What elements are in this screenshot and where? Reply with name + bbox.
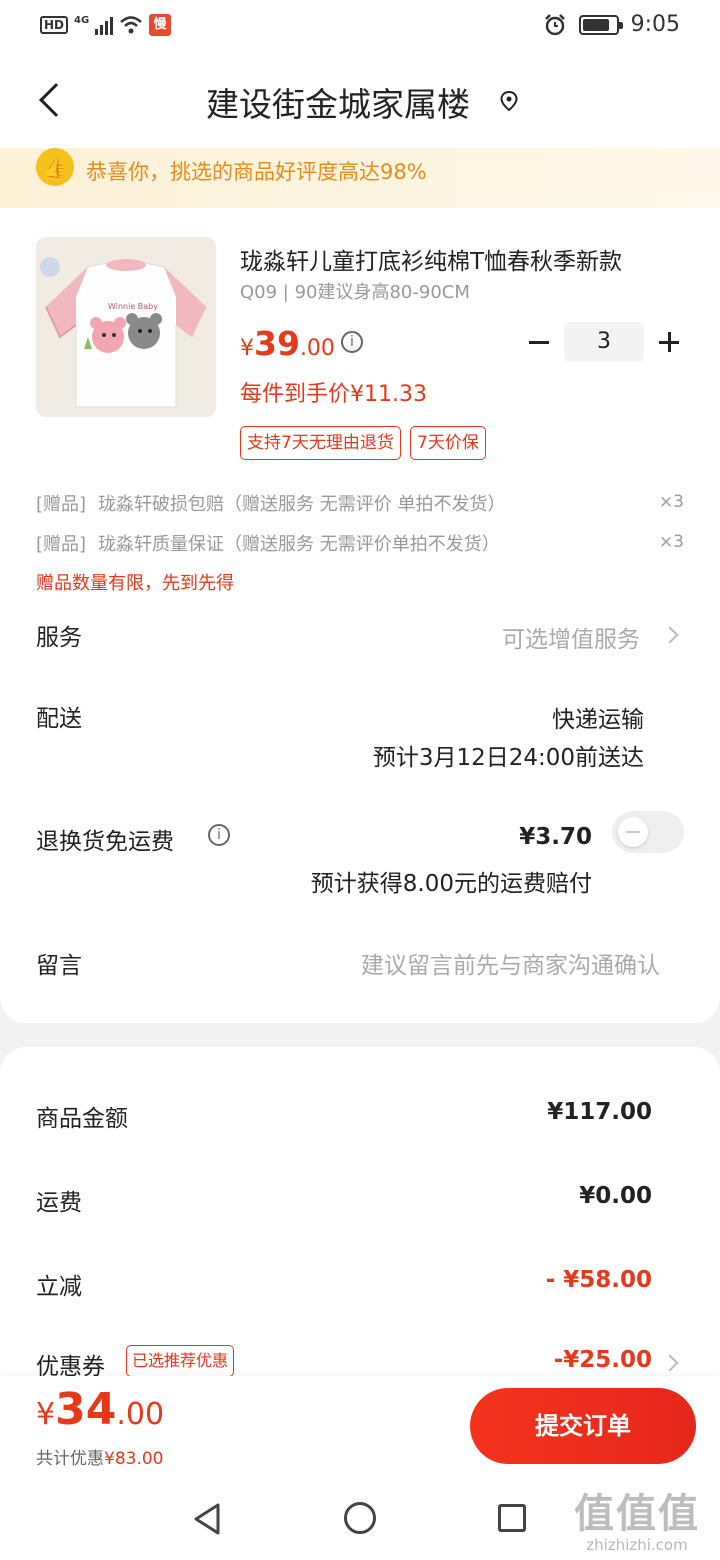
goods-amount-value: ¥117.00 (547, 1099, 652, 1125)
shirt-illustration: Winnie Baby (36, 237, 216, 417)
status-bar: HD 4G 慢 9:05 (0, 0, 720, 52)
checkout-bar: ¥ 34 .00 共计优惠¥83.00 提交订单 (0, 1376, 720, 1478)
gift-quantity: ×3 (658, 532, 684, 552)
price-protect-tag: 7天价保 (410, 426, 486, 460)
quantity-decrease-button[interactable] (524, 322, 554, 362)
nav-home-icon[interactable] (344, 1502, 376, 1534)
quantity-input[interactable]: 3 (564, 322, 644, 362)
discount-value: - ¥58.00 (545, 1267, 652, 1293)
delivery-eta: 预计3月12日24:00前送达 (372, 745, 644, 771)
signal-icon (95, 15, 114, 35)
battery-icon (578, 14, 623, 35)
location-pin-icon[interactable] (498, 90, 520, 112)
shipping-fee-label: 运费 (36, 1190, 82, 1216)
saved-value: ¥83.00 (104, 1449, 164, 1469)
total-currency: ¥ (36, 1397, 56, 1432)
message-label: 留言 (36, 953, 82, 979)
gift-text: 珑淼轩质量保证（赠送服务 无需评价单拍不发货） (98, 534, 500, 555)
watermark: 值值值 zhizhizhi.com (562, 1492, 712, 1554)
status-time: 9:05 (630, 12, 680, 37)
chevron-right-icon[interactable] (661, 626, 679, 644)
return-shipping-label: 退换货免运费 (36, 829, 174, 855)
return-shipping-toggle[interactable] (612, 811, 684, 853)
product-spec[interactable]: Q09 | 90建议身高80-90CM (240, 278, 470, 304)
gift-warning: 赠品数量有限，先到先得 (36, 573, 234, 594)
system-nav-bar: 值值值 zhizhizhi.com (0, 1478, 720, 1560)
praise-banner: 👍 恭喜你，挑选的商品好评度高达98% (0, 148, 720, 208)
gift-item: [赠品] 珑淼轩破损包赔（赠送服务 无需评价 单拍不发货） (36, 490, 506, 516)
total-saved: 共计优惠¥83.00 (36, 1444, 163, 1469)
app-notification-icon: 慢 (149, 14, 172, 36)
network-type: 4G (74, 14, 90, 26)
alarm-icon (544, 13, 565, 35)
delivery-label: 配送 (36, 706, 82, 732)
price-summary-card: 商品金额 ¥117.00 运费 ¥0.00 立减 - ¥58.00 优惠券 已选… (0, 1047, 720, 1427)
total-integer: 34 (55, 1384, 117, 1435)
watermark-logo: 值值值 (574, 1491, 700, 1537)
hd-icon: HD (40, 16, 69, 34)
header: 建设街金城家属楼 (0, 52, 720, 148)
price-decimal: .00 (299, 336, 335, 361)
gift-text: 珑淼轩破损包赔（赠送服务 无需评价 单拍不发货） (98, 494, 506, 515)
return-shipping-info-icon[interactable]: i (208, 824, 230, 846)
banner-text: 恭喜你，挑选的商品好评度高达98% (86, 160, 427, 184)
nav-back-icon[interactable] (192, 1502, 222, 1536)
coupon-value[interactable]: -¥25.00 (554, 1347, 652, 1373)
chevron-right-icon[interactable] (661, 1354, 679, 1372)
total-decimal: .00 (116, 1397, 165, 1432)
gift-item: [赠品] 珑淼轩质量保证（赠送服务 无需评价单拍不发货） (36, 530, 500, 556)
shipping-fee-value: ¥0.00 (579, 1183, 652, 1209)
saved-prefix: 共计优惠 (36, 1449, 104, 1469)
gift-quantity: ×3 (658, 492, 684, 512)
delivery-method[interactable]: 快递运输 (552, 700, 644, 734)
goods-amount-label: 商品金额 (36, 1106, 128, 1132)
wifi-icon (120, 16, 143, 34)
thumbs-up-icon: 👍 (36, 148, 74, 186)
gift-label: [赠品] (36, 494, 87, 515)
gift-label: [赠品] (36, 534, 87, 555)
return-policy-tag: 支持7天无理由退货 (240, 426, 401, 460)
page-title[interactable]: 建设街金城家属楼 (0, 78, 676, 126)
product-price: ¥ 39 .00 (240, 324, 335, 363)
total-price: ¥ 34 .00 (36, 1384, 164, 1435)
price-integer: 39 (254, 324, 300, 363)
order-item-card: Winnie Baby 珑淼轩儿童打底衫纯棉T恤春秋季新款 Q09 | 90建议… (0, 208, 720, 1023)
return-shipping-price: ¥3.70 (519, 824, 592, 850)
quantity-increase-button[interactable] (654, 322, 684, 362)
message-input[interactable]: 建议留言前先与商家沟通确认 (361, 946, 660, 980)
nav-recent-apps-icon[interactable] (498, 1504, 526, 1532)
return-shipping-desc: 预计获得8.00元的运费赔付 (310, 871, 592, 897)
coupon-tag: 已选推荐优惠 (126, 1345, 235, 1377)
product-name[interactable]: 珑淼轩儿童打底衫纯棉T恤春秋季新款 (240, 242, 680, 276)
service-option[interactable]: 可选增值服务 (502, 620, 640, 654)
price-currency: ¥ (240, 336, 254, 361)
discount-label: 立减 (36, 1274, 82, 1300)
watermark-url: zhizhizhi.com (586, 1536, 688, 1554)
product-image[interactable]: Winnie Baby (36, 237, 216, 417)
unit-price: 每件到手价¥11.33 (240, 382, 427, 407)
submit-order-button[interactable]: 提交订单 (470, 1388, 696, 1464)
shirt-print-text: Winnie Baby (108, 302, 158, 311)
service-label: 服务 (36, 625, 82, 651)
price-info-icon[interactable]: i (341, 331, 363, 353)
